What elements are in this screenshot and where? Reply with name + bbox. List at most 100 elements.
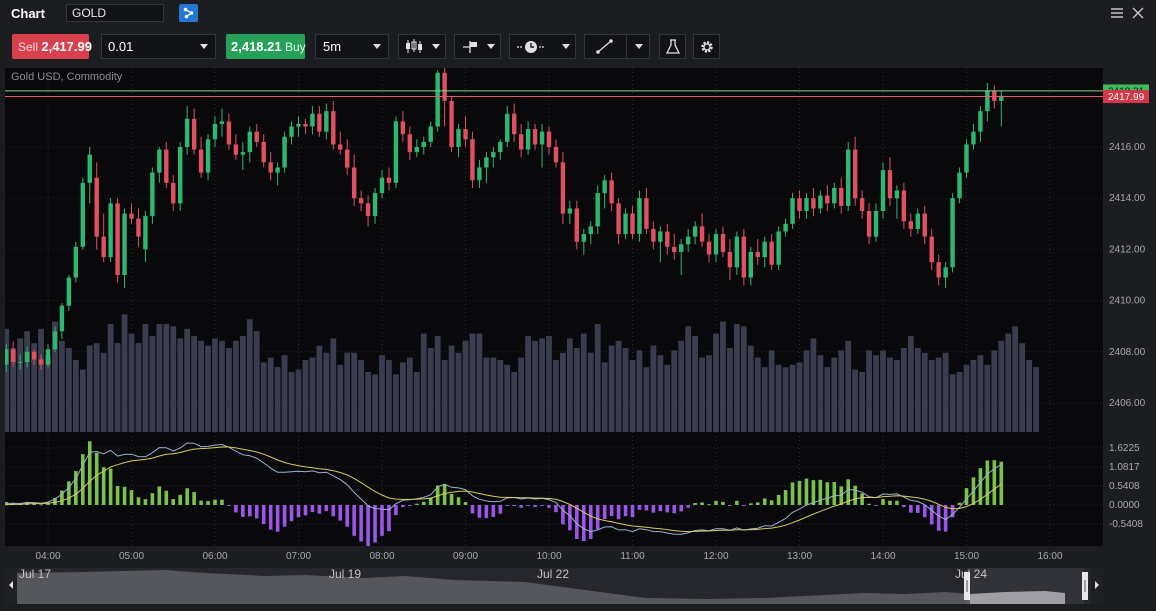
chevron-down-icon xyxy=(200,44,208,49)
candle-body xyxy=(171,182,176,204)
chart-type-button[interactable] xyxy=(398,34,446,59)
studies-button[interactable] xyxy=(659,34,686,59)
candle-body xyxy=(811,198,816,209)
candle-body xyxy=(943,267,948,278)
volume-bar xyxy=(316,345,323,432)
hamburger-icon xyxy=(1111,8,1123,18)
sell-button[interactable]: Sell 2,417.99 xyxy=(12,34,92,59)
macd-histogram-bar xyxy=(783,490,788,505)
macd-histogram-bar xyxy=(609,505,614,517)
macd-histogram-bar xyxy=(825,482,830,505)
chevron-down-icon xyxy=(487,44,495,49)
clock-button[interactable] xyxy=(509,34,576,59)
candle-body xyxy=(115,203,120,275)
candle-body xyxy=(428,126,433,142)
macd-histogram-bar xyxy=(721,501,725,505)
volume-bar xyxy=(747,345,754,432)
navigator-handle-right[interactable] xyxy=(1082,572,1088,600)
volume-bar xyxy=(72,360,79,432)
macd-histogram-bar xyxy=(915,505,920,513)
volume-bar xyxy=(253,331,260,432)
candle-body xyxy=(880,170,886,211)
candle-body xyxy=(957,172,962,199)
volume-bar xyxy=(928,360,935,432)
candle-body xyxy=(859,198,865,211)
navigator-date: Jul 19 xyxy=(329,568,361,581)
macd-histogram-bar xyxy=(234,505,238,513)
settings-button[interactable] xyxy=(693,34,720,59)
volume-bar xyxy=(594,324,601,432)
volume-bar xyxy=(608,345,615,432)
macd-histogram-bar xyxy=(39,504,43,506)
macd-histogram-bar xyxy=(902,505,906,508)
macd-histogram-bar xyxy=(220,499,224,505)
candle-body xyxy=(324,111,329,132)
time-axis-label: 12:00 xyxy=(703,551,728,562)
timeframe-select[interactable]: 5m xyxy=(315,34,389,59)
candle-body xyxy=(567,208,573,214)
candle-body xyxy=(692,226,698,237)
candle-body xyxy=(505,113,510,142)
candle-body xyxy=(101,236,106,258)
macd-histogram-bar xyxy=(797,481,802,505)
volume-bar xyxy=(365,372,371,432)
macd-histogram-bar xyxy=(992,460,997,505)
quantity-select[interactable]: 0.01 xyxy=(101,34,216,59)
navigator-scrollbar[interactable]: Jul 17 Jul 19 Jul 22 Jul 24 xyxy=(5,567,1103,604)
volume-bar xyxy=(810,338,817,432)
price-chart[interactable]: 04:00 05:00 06:00 07:00 08:00 09:00 10:00 11:00… xyxy=(5,68,1151,568)
macd-histogram-bar xyxy=(679,505,684,512)
volume-bar xyxy=(894,360,900,432)
quantity-value: 0.01 xyxy=(108,39,134,54)
candle-body xyxy=(219,121,225,124)
close-button[interactable] xyxy=(1130,5,1146,21)
navigator-svg[interactable]: Jul 17 Jul 19 Jul 22 Jul 24 xyxy=(5,567,1103,604)
chart-area[interactable]: 04:00 05:00 06:00 07:00 08:00 09:00 10:00 11:00… xyxy=(5,68,1151,568)
volume-bar xyxy=(302,360,309,432)
scroll-left-button[interactable] xyxy=(5,568,17,604)
candle-body xyxy=(191,118,197,150)
candle-body xyxy=(108,203,113,258)
volume-bar xyxy=(991,350,998,432)
candle-body xyxy=(581,234,586,242)
candle-body xyxy=(351,167,357,199)
volume-bar xyxy=(413,372,420,432)
macd-histogram-bar xyxy=(519,505,523,508)
volume-bar xyxy=(706,355,712,432)
candle-body xyxy=(5,349,9,365)
volume-bar xyxy=(65,348,72,432)
volume-bar xyxy=(622,348,629,432)
volume-bar xyxy=(914,348,921,432)
candle-body xyxy=(484,157,489,168)
candle-body xyxy=(456,129,461,147)
volume-bar xyxy=(351,352,358,432)
title-bar: Chart xyxy=(0,0,1156,26)
volume-bar xyxy=(38,328,44,432)
volume-bar xyxy=(768,350,775,432)
macd-histogram-bar xyxy=(94,452,99,505)
buy-button[interactable]: 2,418.21 Buy xyxy=(226,34,306,59)
scroll-right-button[interactable] xyxy=(1091,568,1103,604)
candle-body xyxy=(539,131,545,145)
candle-body xyxy=(282,136,287,168)
indicators-button[interactable] xyxy=(454,34,501,59)
volume-bar xyxy=(657,355,664,432)
macd-axis-label: 0.5408 xyxy=(1109,481,1140,492)
candle-body xyxy=(727,251,733,268)
volume-bar xyxy=(921,352,928,432)
candle-body xyxy=(164,149,169,183)
time-axis-label: 16:00 xyxy=(1037,551,1062,562)
drawing-tools-button[interactable] xyxy=(584,34,650,59)
volume-bar xyxy=(309,357,316,432)
link-group-button[interactable] xyxy=(179,4,198,22)
candle-body xyxy=(80,182,85,247)
price-axis-label: 2410.00 xyxy=(1109,296,1146,307)
macd-histogram-bar xyxy=(561,505,565,525)
macd-histogram-bar xyxy=(331,505,336,517)
candle-body xyxy=(846,149,851,206)
candle-body xyxy=(317,113,322,132)
navigator-date: Jul 24 xyxy=(955,568,987,581)
symbol-input[interactable] xyxy=(66,4,164,22)
menu-button[interactable] xyxy=(1109,5,1125,21)
navigator-handle-left[interactable] xyxy=(964,572,970,600)
